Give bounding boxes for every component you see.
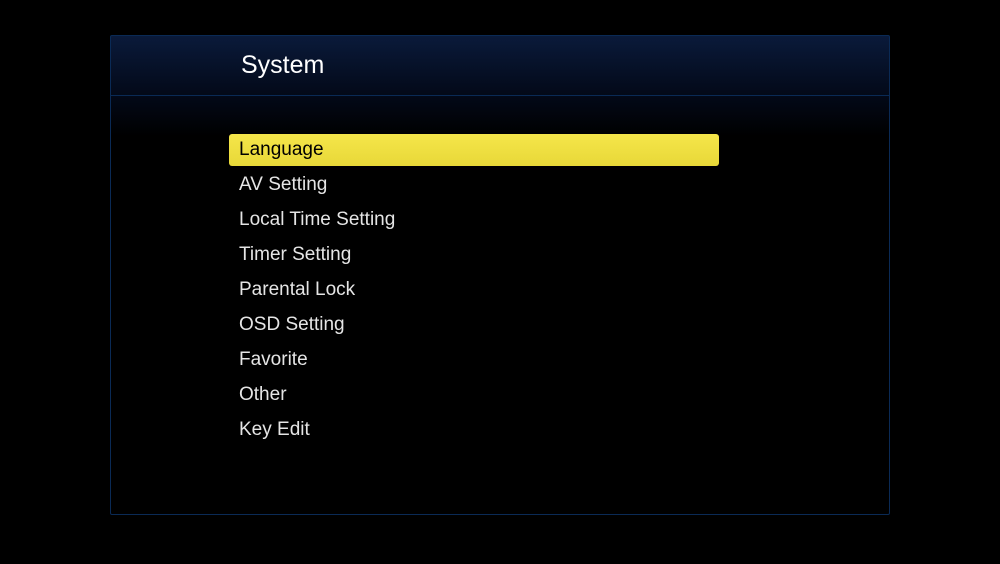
menu-item-language[interactable]: Language	[229, 134, 719, 166]
menu-item-osd-setting[interactable]: OSD Setting	[229, 309, 719, 341]
menu-item-favorite[interactable]: Favorite	[229, 344, 719, 376]
menu-item-parental-lock[interactable]: Parental Lock	[229, 274, 719, 306]
menu-item-local-time-setting[interactable]: Local Time Setting	[229, 204, 719, 236]
menu-item-key-edit[interactable]: Key Edit	[229, 414, 719, 446]
menu-list: Language AV Setting Local Time Setting T…	[111, 96, 889, 446]
menu-item-av-setting[interactable]: AV Setting	[229, 169, 719, 201]
menu-item-other[interactable]: Other	[229, 379, 719, 411]
page-title: System	[241, 51, 324, 80]
panel-header: System	[111, 36, 889, 96]
system-panel: System Language AV Setting Local Time Se…	[110, 35, 890, 515]
menu-item-timer-setting[interactable]: Timer Setting	[229, 239, 719, 271]
